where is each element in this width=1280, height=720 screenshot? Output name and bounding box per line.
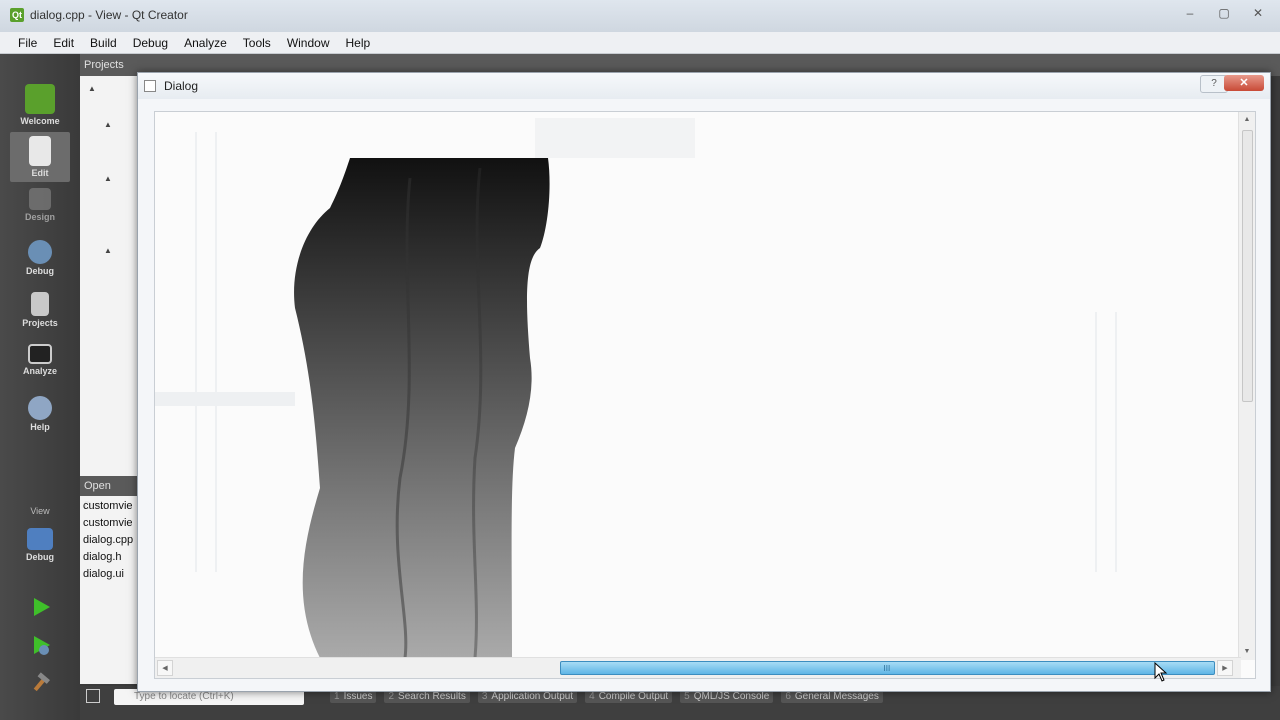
menu-analyze[interactable]: Analyze — [184, 36, 227, 50]
design-pen-icon — [29, 188, 51, 210]
image-detail — [215, 132, 217, 572]
title-bar: Qt dialog.cpp - View - Qt Creator – ▢ ✕ — [0, 0, 1280, 32]
tree-expand-icon[interactable]: ▲ — [104, 120, 112, 129]
open-document-item[interactable]: dialog.cpp — [83, 534, 139, 551]
vertical-scroll-thumb[interactable] — [1242, 130, 1253, 402]
menu-file[interactable]: File — [18, 36, 37, 50]
tab-label: General Messages — [794, 691, 879, 702]
mode-edit[interactable]: Edit — [10, 132, 70, 182]
mode-welcome[interactable]: Welcome — [10, 80, 70, 130]
dialog-window: Dialog ? ✕ ▲ ▼ ◀ III ▶ — [137, 72, 1271, 692]
tab-number: 3 — [481, 691, 488, 702]
menu-edit[interactable]: Edit — [53, 36, 74, 50]
mode-label: Projects — [22, 318, 58, 328]
open-document-item[interactable]: dialog.ui — [83, 568, 139, 585]
kit-section-label: View — [30, 506, 50, 516]
mode-design[interactable]: Design — [10, 184, 70, 234]
tab-number: 2 — [388, 691, 395, 702]
image-detail — [1095, 312, 1097, 572]
scroll-grip: III — [883, 664, 891, 673]
open-documents-list: customvie customvie dialog.cpp dialog.h … — [83, 500, 139, 585]
build-hammer-button[interactable] — [30, 672, 52, 694]
scroll-up-arrow[interactable]: ▲ — [1239, 112, 1255, 128]
menu-window[interactable]: Window — [287, 36, 330, 50]
kit-label: Debug — [26, 552, 54, 562]
menu-build[interactable]: Build — [90, 36, 117, 50]
monitor-icon — [27, 528, 53, 550]
menu-help[interactable]: Help — [346, 36, 371, 50]
mode-label: Welcome — [20, 116, 60, 126]
mode-help[interactable]: Help — [10, 392, 70, 442]
mode-label: Design — [24, 212, 55, 222]
image-detail — [1115, 312, 1117, 572]
mode-sidebar: Welcome Edit Design Debug Projects Analy… — [0, 54, 80, 720]
tab-label: Issues — [343, 691, 373, 702]
dialog-app-icon — [144, 80, 156, 92]
qt-creator-icon: Qt — [10, 8, 24, 22]
mode-debug[interactable]: Debug — [10, 236, 70, 286]
debug-run-button[interactable] — [30, 634, 52, 656]
open-document-item[interactable]: customvie — [83, 500, 139, 517]
dialog-close-button[interactable]: ✕ — [1224, 75, 1264, 91]
open-document-item[interactable]: customvie — [83, 517, 139, 534]
tab-label: Search Results — [398, 691, 466, 702]
open-documents-header: Open Doc... — [80, 476, 140, 512]
scroll-right-arrow[interactable]: ▶ — [1217, 660, 1233, 676]
menu-bar: File Edit Build Debug Analyze Tools Wind… — [0, 32, 1280, 54]
tab-label: QML/JS Console — [693, 691, 770, 702]
toggle-sidebar-icon[interactable] — [86, 689, 100, 703]
window-title: dialog.cpp - View - Qt Creator — [30, 8, 188, 22]
mouse-cursor-icon — [1154, 662, 1168, 682]
tab-number: 1 — [334, 691, 340, 702]
maximize-button[interactable]: ▢ — [1210, 4, 1238, 22]
projects-panel: Projects ▲ ▲ ▲ ▲ — [80, 54, 140, 684]
image-detail — [155, 392, 295, 406]
projects-icon — [31, 292, 49, 316]
close-button[interactable]: ✕ — [1244, 4, 1272, 22]
mode-projects[interactable]: Projects — [10, 288, 70, 338]
open-document-item[interactable]: dialog.h — [83, 551, 139, 568]
window-controls: – ▢ ✕ — [1176, 4, 1272, 22]
projects-header: Projects — [80, 54, 140, 76]
minimize-button[interactable]: – — [1176, 4, 1204, 22]
image-detail — [195, 132, 197, 572]
dialog-title: Dialog — [164, 79, 199, 93]
mode-label: Analyze — [22, 366, 57, 376]
dialog-title-bar: Dialog ? ✕ — [138, 73, 1270, 99]
tab-label: Compile Output — [598, 691, 669, 702]
menu-debug[interactable]: Debug — [133, 36, 168, 50]
qt-logo-icon — [25, 84, 55, 114]
tab-label: Application Output — [491, 691, 574, 702]
kit-selector[interactable]: Debug — [10, 524, 70, 574]
menu-tools[interactable]: Tools — [243, 36, 271, 50]
edit-document-icon — [29, 136, 51, 166]
mode-label: Debug — [26, 266, 54, 276]
mode-label: Help — [30, 422, 50, 432]
analyze-monitor-icon — [28, 344, 52, 364]
help-icon — [28, 396, 52, 420]
mode-label: Edit — [31, 168, 49, 178]
mode-analyze[interactable]: Analyze — [10, 340, 70, 390]
run-button[interactable] — [30, 596, 52, 618]
tree-expand-icon[interactable]: ▲ — [104, 246, 112, 255]
tree-expand-icon[interactable]: ▲ — [88, 84, 96, 93]
image-detail — [535, 118, 695, 158]
vertical-scrollbar[interactable]: ▲ ▼ — [1238, 112, 1255, 660]
tab-number: 5 — [684, 691, 690, 702]
tree-expand-icon[interactable]: ▲ — [104, 174, 112, 183]
scroll-left-arrow[interactable]: ◀ — [157, 660, 173, 676]
displayed-image — [294, 158, 550, 658]
tab-number: 6 — [785, 691, 791, 702]
horizontal-scroll-thumb[interactable]: III — [560, 661, 1215, 675]
scroll-down-arrow[interactable]: ▼ — [1239, 644, 1255, 660]
debug-icon — [28, 240, 52, 264]
image-scroll-area[interactable]: ▲ ▼ ◀ III ▶ — [154, 111, 1256, 679]
horizontal-scrollbar[interactable]: ◀ III ▶ — [155, 657, 1241, 678]
tab-number: 4 — [589, 691, 595, 702]
